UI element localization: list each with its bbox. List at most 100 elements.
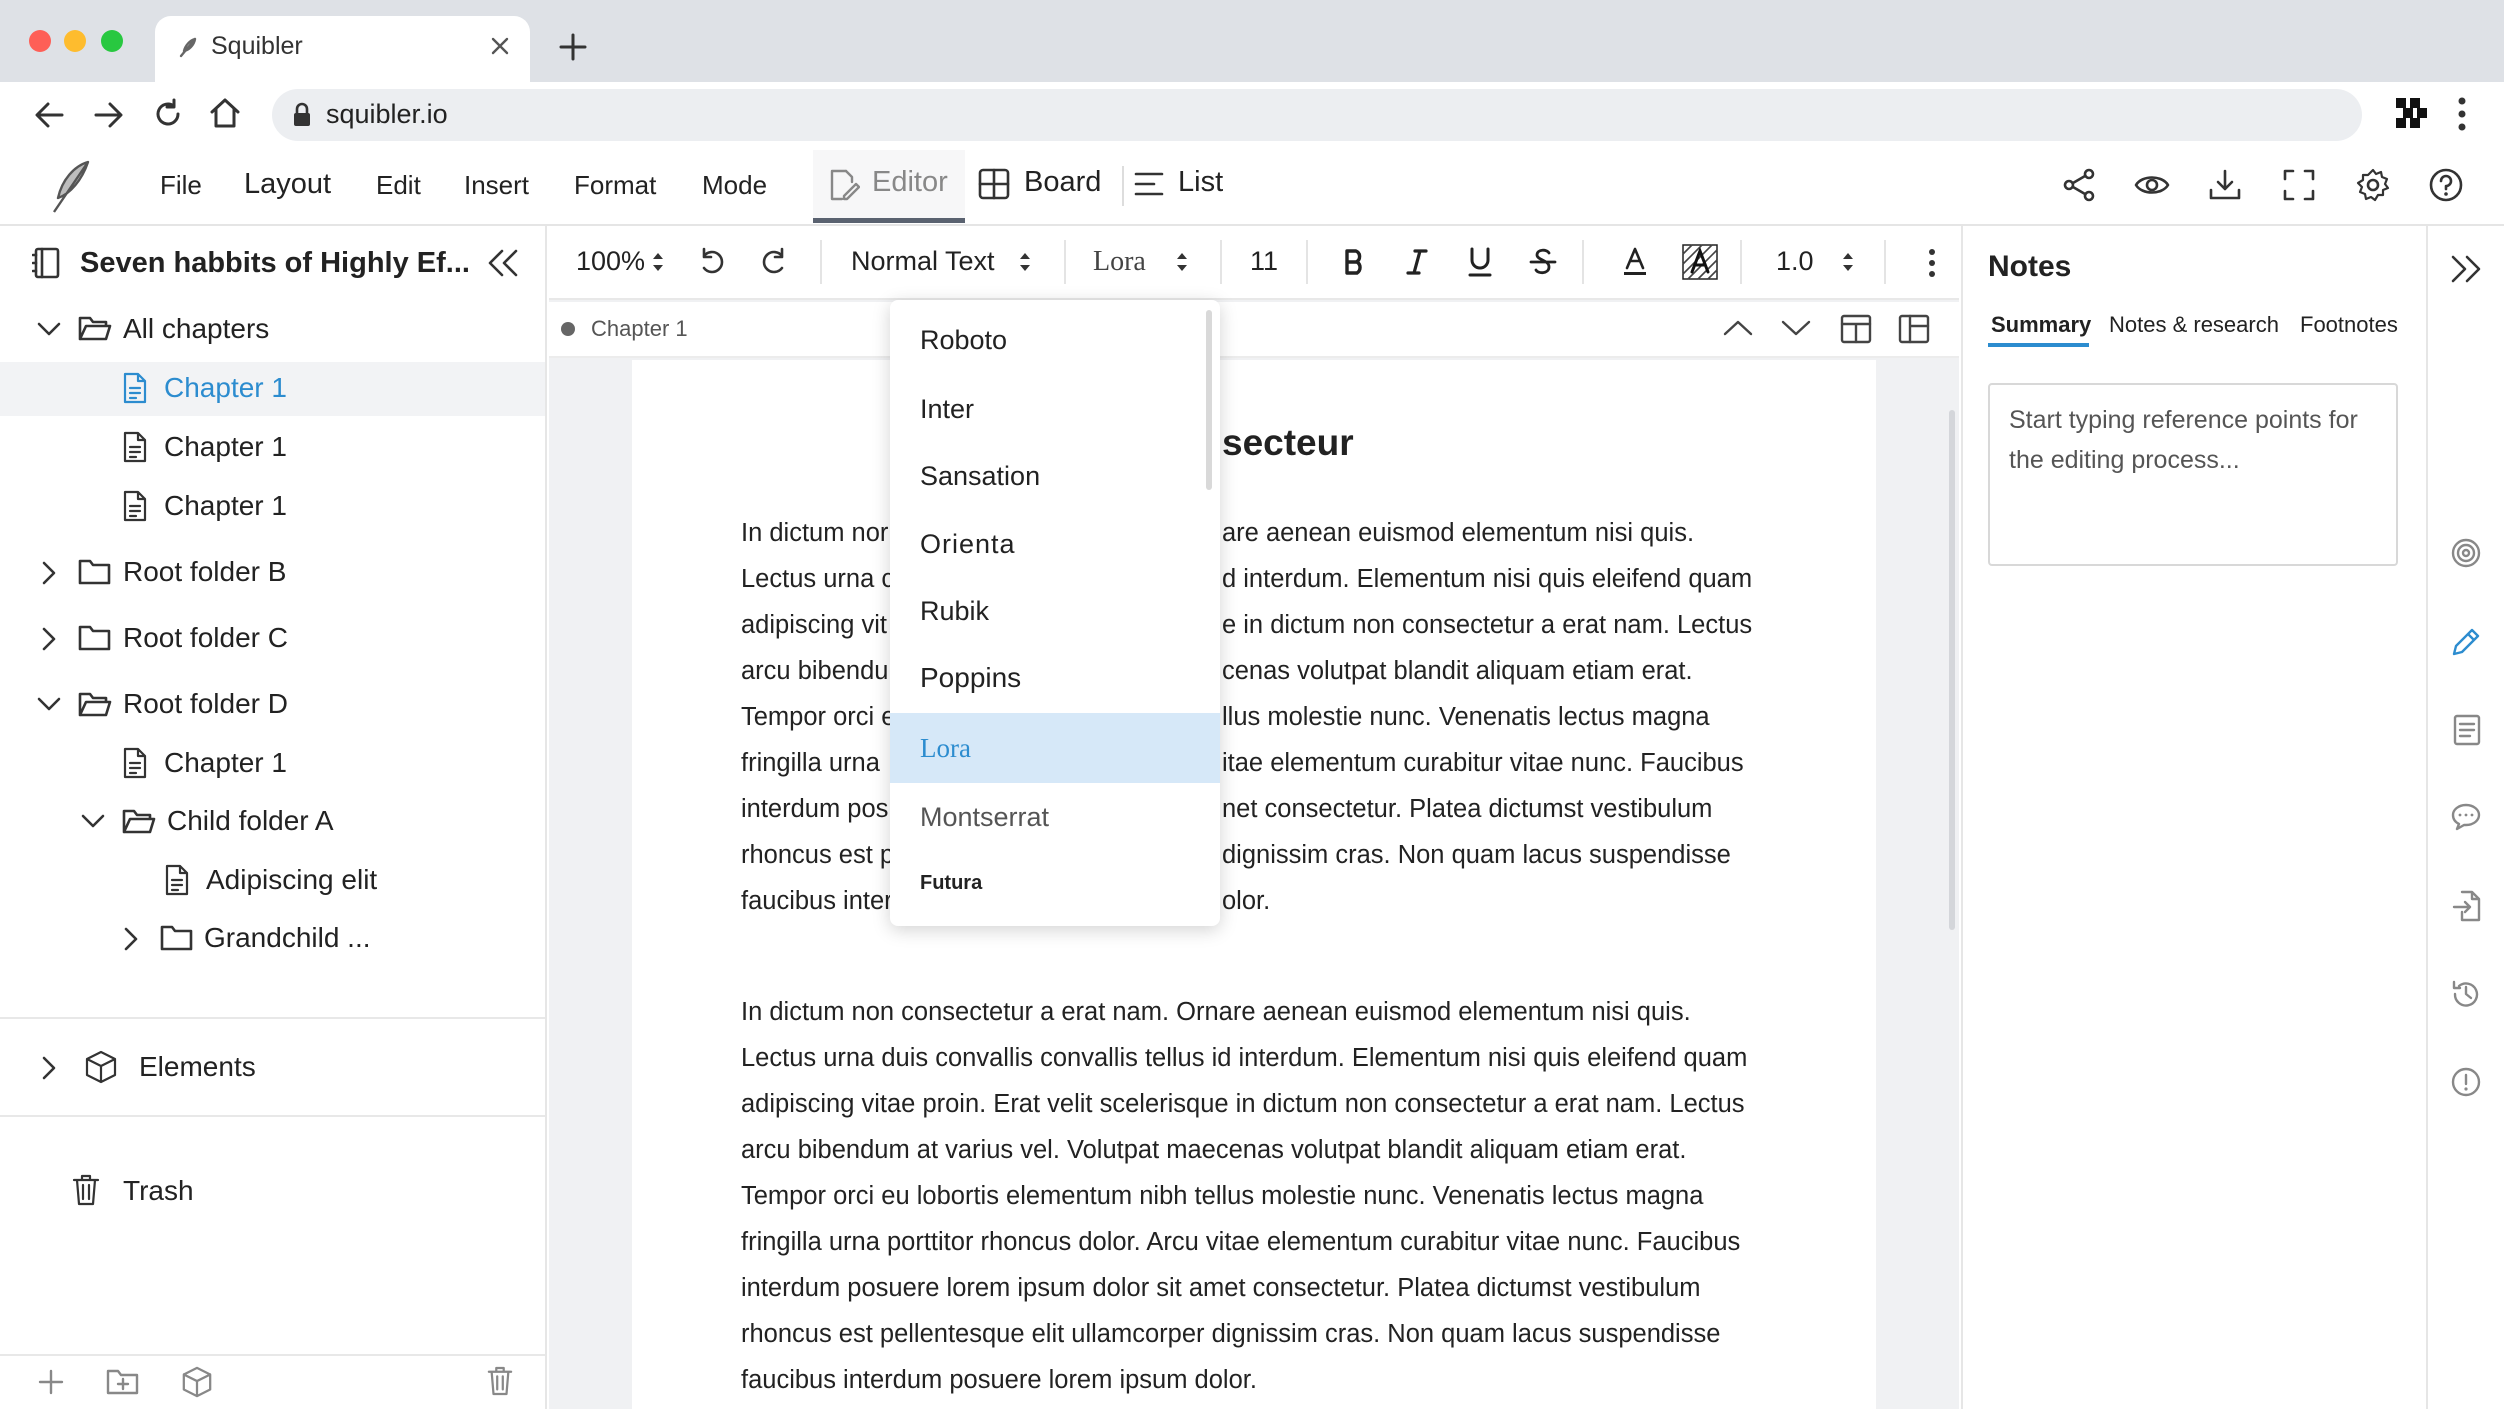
history-icon[interactable] (2450, 978, 2482, 1010)
trash-label[interactable]: Trash (123, 1175, 194, 1207)
tree-item-grandchild[interactable]: Grandchild ... (204, 922, 371, 954)
redo-icon[interactable] (760, 246, 790, 276)
document-heading[interactable]: secteur (1222, 422, 1354, 464)
document-icon (122, 747, 148, 779)
menu-edit[interactable]: Edit (376, 170, 421, 201)
settings-gear-icon[interactable] (2355, 167, 2391, 203)
document-list-icon[interactable] (2452, 714, 2482, 746)
font-option-lora[interactable]: Lora (890, 713, 1220, 783)
omnibox[interactable] (272, 89, 2362, 141)
editor-scrollbar[interactable] (1949, 410, 1955, 930)
chevron-down-icon[interactable] (36, 320, 62, 338)
sidebar-trash-icon[interactable] (487, 1366, 513, 1396)
minimize-window-button[interactable] (64, 30, 86, 52)
chevron-down-icon[interactable] (1780, 318, 1812, 338)
tree-item-root-folder-b[interactable]: Root folder B (123, 556, 286, 588)
browser-menu-icon[interactable] (2456, 96, 2468, 132)
pencil-notes-icon[interactable] (2450, 626, 2482, 658)
import-file-icon[interactable] (2452, 890, 2482, 922)
menu-format[interactable]: Format (574, 170, 656, 201)
bold-icon[interactable] (1344, 248, 1366, 276)
info-alert-icon[interactable] (2450, 1066, 2482, 1098)
chevron-right-icon[interactable] (122, 926, 140, 952)
menu-file[interactable]: File (160, 170, 202, 201)
chevron-down-icon[interactable] (36, 695, 62, 713)
back-icon[interactable] (34, 100, 66, 130)
chevron-right-icon[interactable] (40, 560, 58, 586)
tree-item-chapter-1[interactable]: Chapter 1 (164, 372, 287, 404)
font-option-montserrat[interactable]: Montserrat (890, 782, 1220, 852)
layout-split-icon[interactable] (1840, 314, 1872, 344)
tree-item-chapter-1d[interactable]: Chapter 1 (164, 747, 287, 779)
collapse-sidebar-icon[interactable] (486, 248, 520, 278)
notes-tab-research[interactable]: Notes & research (2109, 312, 2279, 338)
home-icon[interactable] (208, 96, 242, 130)
highlight-color-icon[interactable] (1682, 244, 1718, 280)
italic-icon[interactable] (1406, 248, 1428, 276)
text-style-select[interactable]: Normal Text (851, 246, 995, 277)
close-tab-icon[interactable] (490, 36, 510, 56)
download-icon[interactable] (2208, 168, 2242, 202)
preview-eye-icon[interactable] (2134, 172, 2170, 198)
url-text[interactable]: squibler.io (326, 99, 448, 130)
line-spacing-select[interactable]: 1.0 (1776, 246, 1814, 277)
paragraph-1-left[interactable]: In dictum nor Lectus urna c adipiscing v… (741, 510, 891, 924)
tree-item-root-folder-d[interactable]: Root folder D (123, 688, 288, 720)
font-option-futura[interactable]: Futura (890, 848, 1220, 898)
paragraph-1-right[interactable]: are aenean euismod elementum nisi quis. … (1222, 510, 1802, 924)
add-element-cube-icon[interactable] (180, 1366, 214, 1398)
font-family-select[interactable]: Lora (1093, 246, 1146, 278)
zoom-select[interactable]: 100% (576, 246, 645, 277)
font-option-orienta[interactable]: Orienta (890, 509, 1220, 579)
new-tab-icon[interactable] (558, 32, 588, 62)
chevron-up-icon[interactable] (1722, 318, 1754, 338)
add-folder-icon[interactable] (106, 1368, 140, 1396)
add-icon[interactable] (37, 1368, 65, 1396)
layout-sidebar-icon[interactable] (1898, 314, 1930, 344)
tab-list[interactable]: List (1178, 166, 1223, 199)
font-option-inter[interactable]: Inter (890, 374, 1220, 444)
chevron-down-icon[interactable] (80, 812, 106, 830)
tree-item-child-folder-a[interactable]: Child folder A (167, 805, 334, 837)
font-option-rubik[interactable]: Rubik (890, 576, 1220, 646)
tree-item-all-chapters[interactable]: All chapters (123, 313, 269, 345)
font-option-poppins[interactable]: Poppins (890, 643, 1220, 713)
project-title[interactable]: Seven habbits of Highly Ef... (80, 247, 470, 280)
menu-layout[interactable]: Layout (244, 168, 331, 201)
tree-item-root-folder-c[interactable]: Root folder C (123, 622, 288, 654)
notes-tab-footnotes[interactable]: Footnotes (2300, 312, 2398, 338)
font-option-sansation[interactable]: Sansation (890, 441, 1220, 511)
underline-icon[interactable] (1467, 246, 1493, 278)
close-window-button[interactable] (29, 30, 51, 52)
fullscreen-icon[interactable] (2282, 168, 2316, 202)
chevron-right-icon[interactable] (40, 626, 58, 652)
undo-icon[interactable] (696, 246, 726, 276)
font-option-roboto[interactable]: Roboto (890, 305, 1220, 375)
reload-icon[interactable] (152, 98, 184, 130)
help-icon[interactable] (2428, 167, 2464, 203)
tab-board[interactable]: Board (1024, 166, 1101, 199)
extension-icon[interactable] (2392, 94, 2432, 134)
strikethrough-icon[interactable] (1529, 246, 1557, 278)
forward-icon[interactable] (92, 100, 124, 130)
tree-item-chapter-1b[interactable]: Chapter 1 (164, 431, 287, 463)
notes-tab-summary[interactable]: Summary (1991, 312, 2091, 338)
share-icon[interactable] (2062, 168, 2096, 202)
font-size-input[interactable]: 11 (1250, 246, 1278, 277)
target-goal-icon[interactable] (2450, 537, 2482, 569)
tree-item-chapter-1c[interactable]: Chapter 1 (164, 490, 287, 522)
expand-panel-icon[interactable] (2450, 254, 2482, 284)
text-color-icon[interactable] (1622, 246, 1648, 278)
tree-item-adipiscing-elit[interactable]: Adipiscing elit (206, 864, 377, 896)
maximize-window-button[interactable] (101, 30, 123, 52)
comment-icon[interactable] (2450, 802, 2482, 832)
menu-mode[interactable]: Mode (702, 170, 767, 201)
paragraph-2[interactable]: In dictum non consectetur a erat nam. Or… (741, 989, 1851, 1403)
board-icon[interactable] (978, 168, 1010, 200)
more-options-icon[interactable] (1927, 248, 1937, 278)
list-icon[interactable] (1134, 170, 1164, 198)
elements-label[interactable]: Elements (139, 1051, 256, 1083)
chevron-right-icon[interactable] (40, 1055, 58, 1081)
breadcrumb-current[interactable]: Chapter 1 (591, 316, 688, 342)
menu-insert[interactable]: Insert (464, 170, 529, 201)
